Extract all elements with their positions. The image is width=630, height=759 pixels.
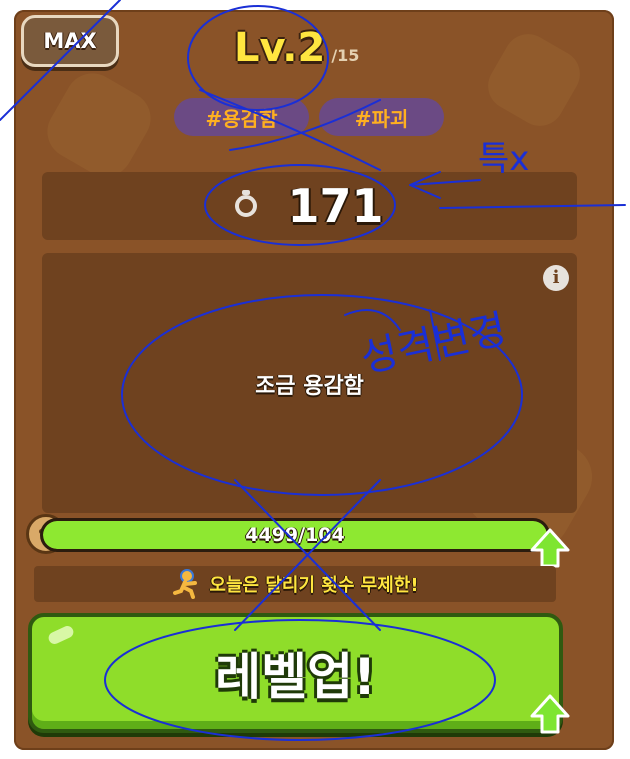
level-up-arrow-icon	[530, 694, 570, 734]
personality-box: i 조금 용감함	[42, 253, 577, 513]
level-max-text: /15	[331, 46, 360, 65]
runner-icon	[173, 569, 198, 599]
notice-banner: 오늘은 달리기 횟수 무제한!	[34, 566, 556, 602]
max-button[interactable]: MAX	[21, 15, 119, 67]
level-text: Lv.2	[234, 25, 326, 71]
tag-brave: #용감함	[174, 98, 309, 136]
stat-value: 171	[287, 179, 384, 233]
info-icon[interactable]: i	[543, 265, 569, 291]
potion-icon	[235, 190, 258, 217]
background-decoration	[479, 25, 589, 135]
level-up-button[interactable]: 레벨업!	[28, 613, 563, 733]
level-up-label: 레벨업!	[215, 648, 376, 706]
button-gloss	[46, 624, 76, 646]
stat-row: 171	[42, 172, 577, 240]
experience-text: 4499/104	[245, 524, 345, 546]
level-display: Lv.2 /15	[234, 25, 359, 85]
notice-text: 오늘은 달리기 횟수 무제한!	[209, 575, 419, 596]
background-decoration	[37, 63, 161, 187]
tag-destroy: #파괴	[319, 98, 444, 136]
level-up-arrow-icon	[530, 528, 570, 568]
personality-text: 조금 용감함	[255, 374, 364, 399]
experience-bar: 4499/104	[40, 518, 550, 552]
